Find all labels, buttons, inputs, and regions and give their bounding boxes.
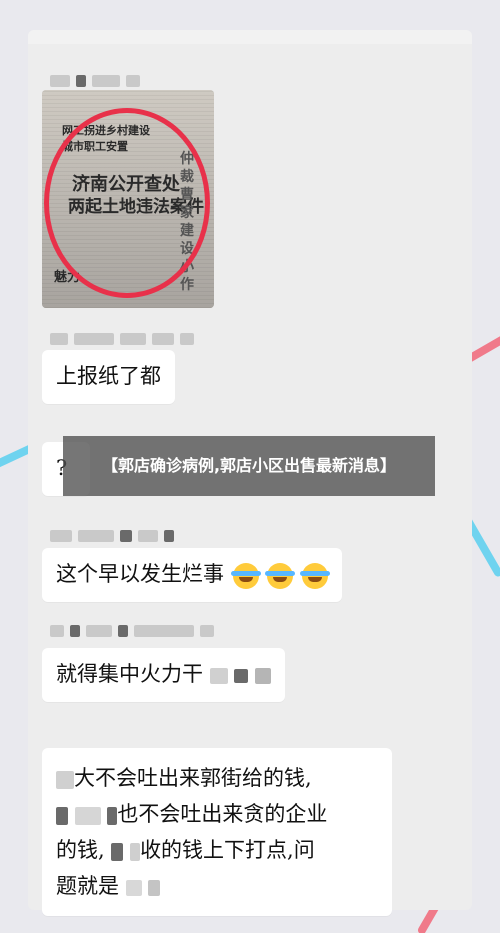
- message-text: 上报纸了都: [56, 364, 161, 388]
- message-line: 也不会吐出来贪的企业: [56, 796, 378, 832]
- message-line: 题就是: [56, 868, 378, 904]
- crying-laughing-emoji-icon: [265, 562, 296, 589]
- message-bubble[interactable]: 这个早以发生烂事: [42, 548, 343, 602]
- message-text: 题就是: [56, 874, 119, 898]
- redacted-text: [130, 842, 141, 861]
- message-text: 收的钱上下打点,问: [140, 838, 315, 862]
- redacted-text: [209, 667, 228, 684]
- message-text: 也不会吐出来贪的企业: [117, 802, 328, 826]
- article-title: 【郭店确诊病例,郭店小区出售最新消息】: [101, 456, 397, 475]
- message-text: 的钱,: [56, 838, 105, 862]
- message-bubble[interactable]: 上报纸了都: [42, 350, 175, 404]
- message-line: 大不会吐出来郭街给的钱,: [56, 760, 378, 796]
- redacted-text: [111, 842, 124, 861]
- message-line: 的钱, 收的钱上下打点,问: [56, 832, 378, 868]
- sender-name-blurred: [50, 330, 194, 348]
- redacted-text: [107, 806, 118, 825]
- redacted-text: [255, 667, 272, 684]
- sender-name-blurred: [50, 527, 174, 545]
- message-text: 就得集中火力干: [56, 662, 203, 686]
- message-bubble[interactable]: 大不会吐出来郭街给的钱, 也不会吐出来贪的企业 的钱, 收的钱上下打点,问 题就…: [42, 748, 392, 916]
- redacted-text: [148, 879, 161, 896]
- redacted-text: [125, 879, 142, 896]
- message-text: 这个早以发生烂事: [56, 562, 224, 586]
- message-text: 大不会吐出来郭街给的钱,: [74, 766, 312, 790]
- redacted-text: [74, 806, 101, 825]
- red-circle-annotation: [44, 108, 210, 298]
- article-title-overlay: 【郭店确诊病例,郭店小区出售最新消息】: [63, 436, 435, 496]
- redacted-text: [234, 668, 249, 683]
- sender-name-blurred: [50, 622, 214, 640]
- crying-laughing-emoji-icon: [300, 562, 331, 589]
- redacted-text: [56, 770, 74, 789]
- sender-name-blurred: [50, 72, 140, 90]
- crying-laughing-emoji-icon: [230, 562, 261, 589]
- newspaper-photo[interactable]: 网工拐进乡村建设 城市职工安置 济南公开查处 两起土地违法案件 仲裁 曹家 建设…: [42, 90, 214, 308]
- redacted-text: [56, 806, 68, 825]
- message-bubble[interactable]: 就得集中火力干: [42, 648, 286, 702]
- chat-header-strip: [28, 30, 472, 44]
